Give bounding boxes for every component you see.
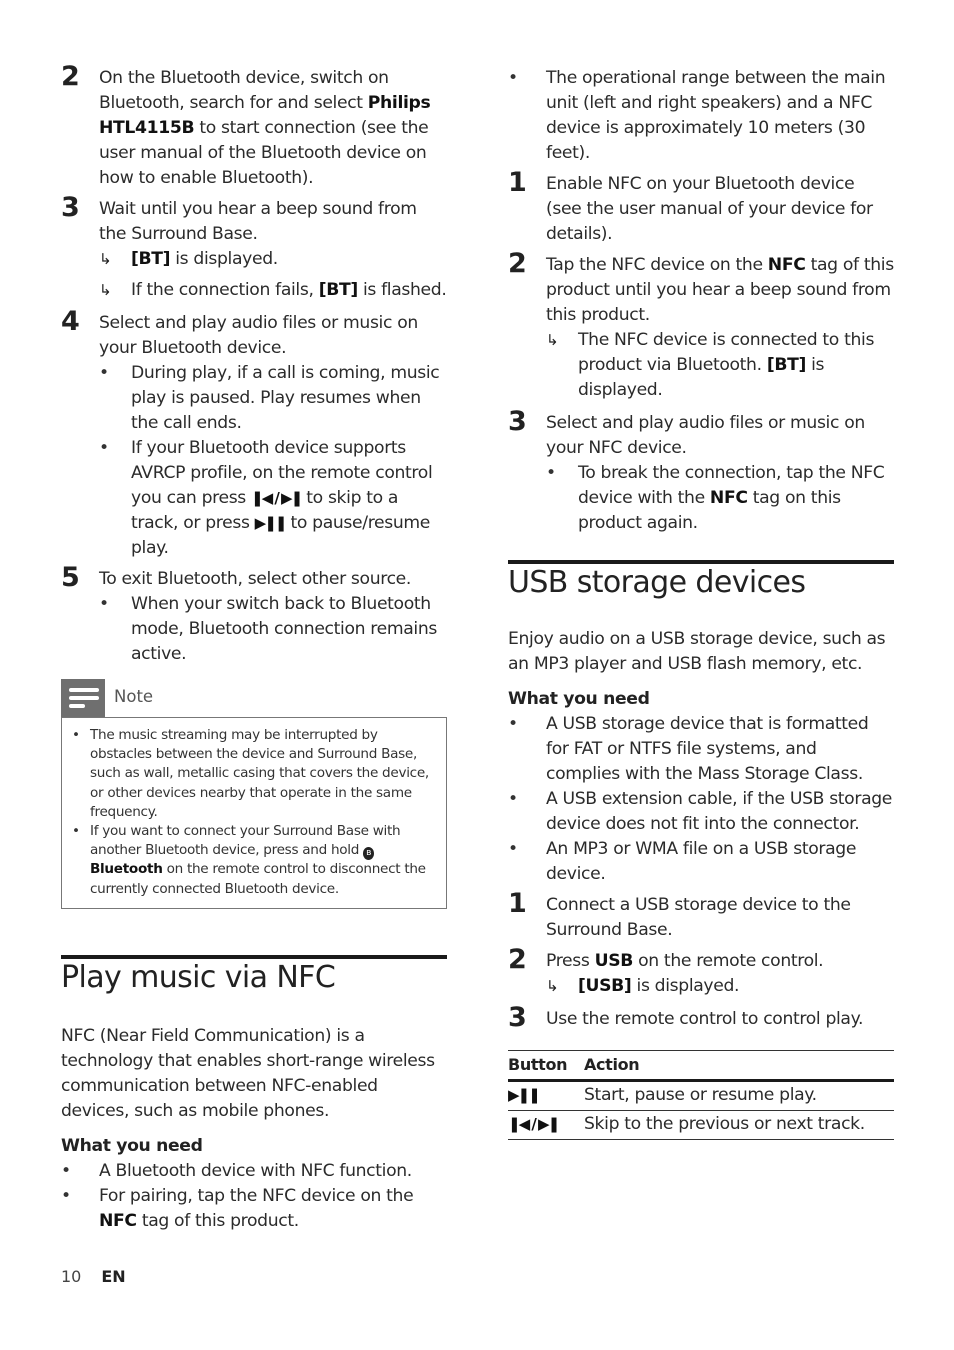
bluetooth-icon: ʙ <box>363 847 375 861</box>
bullet-icon: • <box>508 68 518 88</box>
usb-step-1: 1 Connect a USB storage device to the Su… <box>508 888 851 941</box>
bullet-item: • When your switch back to Bluetooth mod… <box>99 594 437 664</box>
nfc-step-3: 3 Select and play audio files or music o… <box>508 407 894 536</box>
page-number: 10 <box>61 1267 82 1286</box>
nfc-heading: Play music via NFC <box>61 960 336 995</box>
usb-step-2: 2 Press USB on the remote control. ↳ [US… <box>508 945 894 999</box>
section-rule <box>61 955 447 959</box>
note-item: • If you want to connect your Surround B… <box>72 823 426 897</box>
need-item: • A USB storage device that is formatted… <box>508 714 869 784</box>
step-number: 1 <box>508 167 527 198</box>
note-header: Note <box>61 679 447 717</box>
prev-next-icon: ❚◀ / ▶❚ <box>508 1115 560 1133</box>
note-body: • The music streaming may be interrupted… <box>61 717 447 909</box>
step-number: 2 <box>61 61 80 92</box>
step-number: 3 <box>61 192 80 223</box>
bullet-icon: • <box>99 363 109 383</box>
bullet-icon: • <box>72 727 80 743</box>
action-cell: Skip to the previous or next track. <box>584 1114 865 1134</box>
result-item: ↳ If the connection fails, [BT] is flash… <box>99 278 447 303</box>
nfc-step-1: 1 Enable NFC on your Bluetooth device (s… <box>508 167 873 245</box>
step-number: 3 <box>508 406 527 437</box>
result-arrow-icon: ↳ <box>546 977 559 995</box>
right-column: • The operational range between the main… <box>508 66 894 536</box>
result-item: ↳ [BT] is displayed. <box>99 247 447 272</box>
step-number: 3 <box>508 1002 527 1033</box>
note-icon <box>61 679 105 717</box>
action-cell: Start, pause or resume play. <box>584 1085 817 1105</box>
usb-controls-table: Button Action ▶❚❚ Start, pause or resume… <box>508 1050 894 1140</box>
nfc-range-note: • The operational range between the main… <box>508 68 886 163</box>
usb-subheading: What you need <box>508 689 650 709</box>
bt-step-5: 5 To exit Bluetooth, select other source… <box>61 563 447 667</box>
column-header-button: Button <box>508 1055 568 1074</box>
note-item: • The music streaming may be interrupted… <box>72 727 429 820</box>
page-footer: 10 EN <box>61 1267 126 1286</box>
bt-step-3: 3 Wait until you hear a beep sound from … <box>61 193 447 303</box>
bullet-icon: • <box>99 594 109 614</box>
step-number: 4 <box>61 306 80 337</box>
left-column: 2 On the Bluetooth device, switch on Blu… <box>61 61 447 667</box>
result-arrow-icon: ↳ <box>99 250 112 268</box>
usb-step-3: 3 Use the remote control to control play… <box>508 1002 864 1033</box>
bullet-item: • To break the connection, tap the NFC d… <box>546 463 885 533</box>
result-arrow-icon: ↳ <box>99 281 112 299</box>
step-number: 1 <box>508 888 527 919</box>
bt-step-4: 4 Select and play audio files or music o… <box>61 307 447 561</box>
step-number: 5 <box>61 562 80 593</box>
play-pause-icon: ▶❚❚ <box>254 514 288 532</box>
section-rule <box>508 560 894 564</box>
bullet-icon: • <box>61 1186 71 1206</box>
need-item: • An MP3 or WMA file on a USB storage de… <box>508 839 857 884</box>
table-row: ❚◀ / ▶❚ Skip to the previous or next tra… <box>508 1111 894 1140</box>
need-item: • For pairing, tap the NFC device on the… <box>61 1186 414 1231</box>
bullet-icon: • <box>508 789 518 809</box>
bullet-icon: • <box>546 463 556 483</box>
bullet-item: • If your Bluetooth device supports AVRC… <box>99 438 433 558</box>
bullet-icon: • <box>61 1161 71 1181</box>
nfc-step-2: 2 Tap the NFC device on the NFC tag of t… <box>508 249 894 403</box>
usb-body: Enjoy audio on a USB storage device, suc… <box>508 627 894 1140</box>
prev-next-icon: ❚◀ / ▶❚ <box>251 489 303 507</box>
table-header-row: Button Action <box>508 1050 894 1081</box>
result-arrow-icon: ↳ <box>546 331 559 349</box>
column-header-action: Action <box>584 1055 640 1074</box>
bullet-icon: • <box>508 839 518 859</box>
language-code: EN <box>101 1267 126 1286</box>
need-item: • A Bluetooth device with NFC function. <box>61 1159 447 1184</box>
table-row: ▶❚❚ Start, pause or resume play. <box>508 1081 894 1111</box>
step-number: 2 <box>508 248 527 279</box>
bullet-icon: • <box>99 438 109 458</box>
note-box: Note • The music streaming may be interr… <box>61 679 447 909</box>
note-title: Note <box>114 687 154 706</box>
nfc-subheading: What you need <box>61 1136 203 1156</box>
bullet-icon: • <box>72 823 80 840</box>
bt-step-2: 2 On the Bluetooth device, switch on Blu… <box>61 61 431 189</box>
need-item: • A USB extension cable, if the USB stor… <box>508 789 893 834</box>
step-number: 2 <box>508 944 527 975</box>
usb-heading: USB storage devices <box>508 565 806 600</box>
result-item: ↳ The NFC device is connected to this pr… <box>546 330 875 400</box>
nfc-intro: NFC (Near Field Communication) is a tech… <box>61 1024 447 1234</box>
play-pause-icon: ▶❚❚ <box>508 1086 541 1104</box>
result-item: ↳ [USB] is displayed. <box>546 974 894 999</box>
bullet-item: • During play, if a call is coming, musi… <box>99 363 440 433</box>
bullet-icon: • <box>508 714 518 734</box>
